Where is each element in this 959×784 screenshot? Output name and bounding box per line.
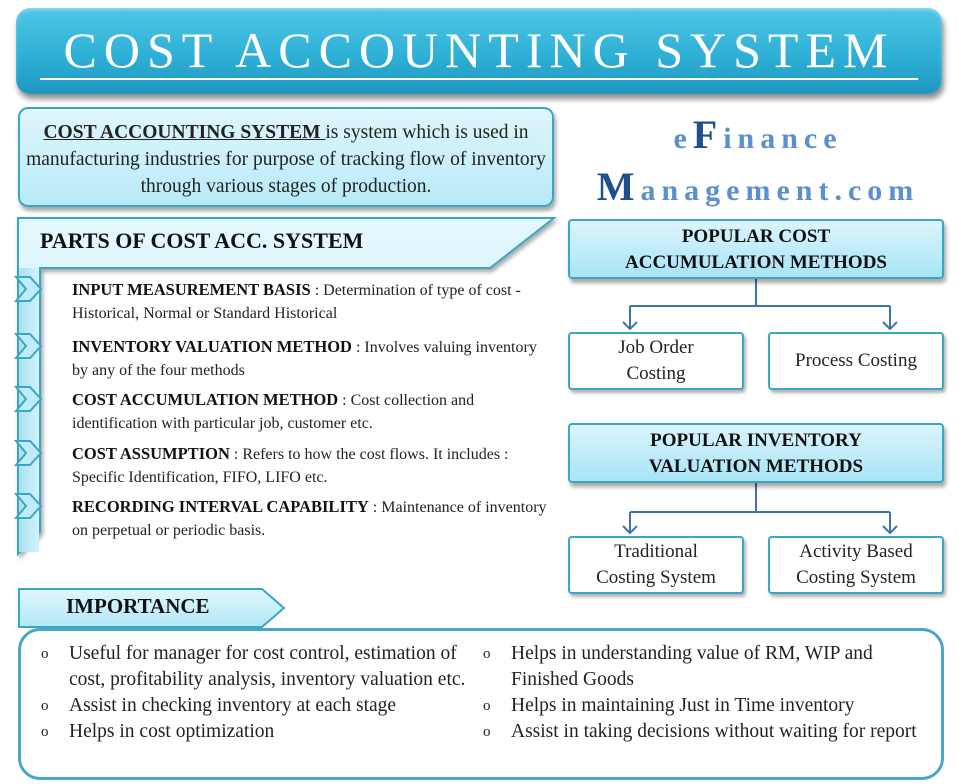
- definition-box: COST ACCOUNTING SYSTEM is system which i…: [18, 107, 554, 207]
- box-line: Costing System: [596, 567, 716, 588]
- part-term: COST ACCUMULATION METHOD: [72, 390, 339, 409]
- logo-line-1: eFinance: [568, 112, 948, 162]
- importance-left-column: o Useful for manager for cost control, es…: [39, 641, 489, 745]
- definition-term: COST ACCOUNTING SYSTEM: [43, 122, 326, 143]
- box-line: Costing: [626, 363, 686, 384]
- part-item: COST ASSUMPTION : Refers to how the cost…: [72, 442, 547, 489]
- heading-line: POPULAR COST: [681, 226, 831, 247]
- heading-line: POPULAR INVENTORY: [650, 430, 862, 451]
- bullet-icon: o: [483, 698, 491, 714]
- importance-item: o Helps in cost optimization: [39, 719, 489, 745]
- box-line: Activity Based: [799, 541, 913, 562]
- importance-text: Helps in cost optimization: [69, 721, 275, 742]
- importance-item: o Helps in understanding value of RM, WIP…: [481, 641, 921, 693]
- part-term: COST ASSUMPTION: [72, 444, 230, 463]
- box-line: Traditional: [614, 541, 698, 562]
- parts-panel: PARTS OF COST ACC. SYSTEM INPUT MEASUREM…: [14, 216, 560, 566]
- importance-item: o Useful for manager for cost control, es…: [39, 641, 489, 693]
- bullet-icon: o: [483, 646, 491, 662]
- title-banner: COST ACCOUNTING SYSTEM: [16, 8, 942, 94]
- inventory-valuation-heading: POPULAR INVENTORY VALUATION METHODS: [568, 423, 944, 483]
- importance-tab: IMPORTANCE: [18, 588, 288, 628]
- part-term: INVENTORY VALUATION METHOD: [72, 337, 352, 356]
- activity-based-costing-box: Activity Based Costing System: [768, 536, 944, 594]
- box-line: Job Order: [618, 337, 694, 358]
- page-title: COST ACCOUNTING SYSTEM: [63, 22, 895, 78]
- box-line: Process Costing: [795, 350, 917, 371]
- logo-prefix: e: [673, 122, 693, 155]
- part-item: RECORDING INTERVAL CAPABILITY : Maintena…: [72, 495, 547, 542]
- heading-line: ACCUMULATION METHODS: [625, 252, 887, 273]
- arrow-down-icon: [622, 525, 898, 535]
- importance-text: Useful for manager for cost control, est…: [69, 643, 466, 690]
- importance-text: Assist in taking decisions without waiti…: [511, 721, 917, 742]
- importance-right-column: o Helps in understanding value of RM, WIP…: [481, 641, 921, 745]
- importance-text: Assist in checking inventory at each sta…: [69, 695, 397, 716]
- part-item: COST ACCUMULATION METHOD : Cost collecti…: [72, 388, 547, 435]
- bullet-icon: o: [483, 724, 491, 740]
- parts-heading: PARTS OF COST ACC. SYSTEM: [40, 228, 364, 253]
- cost-accumulation-connector: [629, 278, 891, 328]
- importance-item: o Assist in taking decisions without wait…: [481, 719, 921, 745]
- importance-text: Helps in understanding value of RM, WIP …: [511, 643, 873, 690]
- job-order-costing-box: Job Order Costing: [568, 332, 744, 390]
- chevron-icon: [14, 493, 43, 519]
- inventory-valuation-connector: [629, 482, 891, 532]
- logo-management: anagement.com: [640, 174, 920, 207]
- logo-cap-f: F: [692, 112, 724, 157]
- cost-accumulation-heading: POPULAR COST ACCUMULATION METHODS: [568, 219, 944, 279]
- part-item: INPUT MEASUREMENT BASIS : Determination …: [72, 278, 547, 325]
- box-line: Costing System: [796, 567, 916, 588]
- logo-cap-m: M: [596, 164, 641, 209]
- title-underline: [40, 78, 918, 80]
- efinance-logo: eFinance Management.com: [568, 112, 948, 216]
- heading-line: VALUATION METHODS: [648, 456, 864, 477]
- chevron-icon: [14, 333, 43, 359]
- chevron-icon: [14, 386, 43, 412]
- process-costing-box: Process Costing: [768, 332, 944, 390]
- importance-box: o Useful for manager for cost control, es…: [18, 628, 944, 780]
- part-term: RECORDING INTERVAL CAPABILITY: [72, 497, 369, 516]
- logo-line-2: Management.com: [568, 162, 948, 216]
- bullet-icon: o: [41, 724, 49, 740]
- logo-finance: inance: [723, 122, 843, 155]
- chevron-icon: [14, 440, 43, 466]
- part-item: INVENTORY VALUATION METHOD : Involves va…: [72, 335, 547, 382]
- traditional-costing-box: Traditional Costing System: [568, 536, 744, 594]
- part-term: INPUT MEASUREMENT BASIS: [72, 280, 311, 299]
- chevron-icon: [14, 276, 43, 302]
- importance-item: o Helps in maintaining Just in Time inven…: [481, 693, 921, 719]
- importance-heading: IMPORTANCE: [66, 594, 210, 618]
- bullet-icon: o: [41, 646, 49, 662]
- bullet-icon: o: [41, 698, 49, 714]
- importance-text: Helps in maintaining Just in Time invent…: [511, 695, 855, 716]
- arrow-down-icon: [622, 321, 898, 331]
- importance-item: o Assist in checking inventory at each st…: [39, 693, 489, 719]
